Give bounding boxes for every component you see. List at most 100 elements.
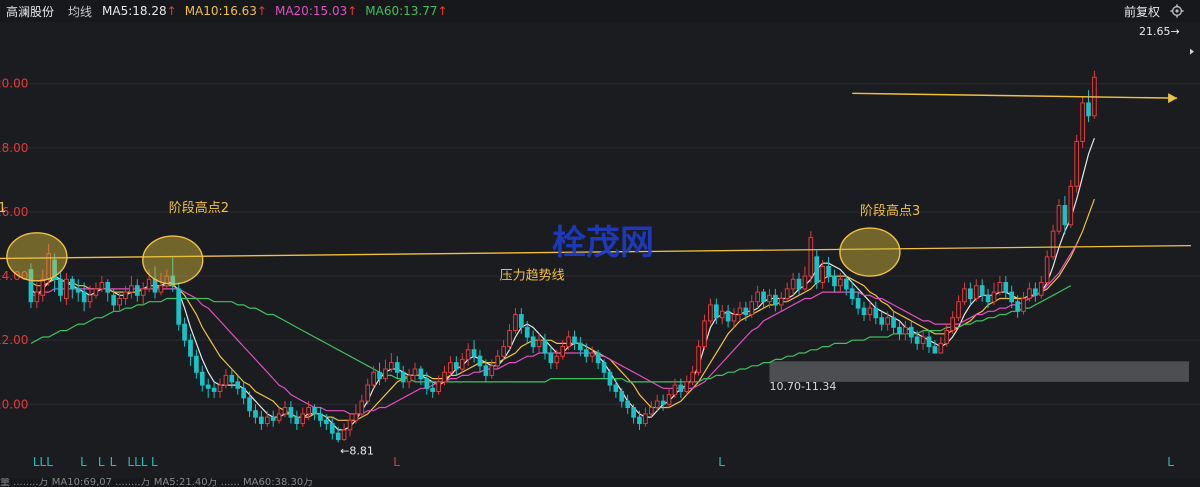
candle-body (1086, 102, 1091, 117)
annotation-label: 阶段高点2 (169, 200, 229, 216)
candle (400, 365, 406, 389)
candle-body (1068, 185, 1074, 226)
candle-body (146, 278, 152, 290)
candle (784, 282, 790, 302)
candle (176, 282, 181, 331)
candle-body (105, 281, 111, 293)
candle-body (134, 285, 140, 296)
candle (205, 378, 211, 398)
candle (318, 407, 323, 427)
kline-chart[interactable]: 20.0018.0016.0014.0012.0010.00阶段高点2阶段高点3… (0, 22, 1200, 478)
watermark: 栓茂网 (552, 223, 654, 263)
candle-body (802, 275, 808, 290)
candle-body (353, 413, 359, 421)
candle-body (619, 390, 625, 402)
candle (389, 353, 394, 373)
candle-body (985, 294, 991, 303)
annotation-label: 1 (0, 201, 6, 216)
candle (477, 349, 483, 373)
candle (1044, 250, 1050, 286)
candle (223, 369, 229, 389)
target-arrow-head (1168, 93, 1178, 104)
candle-body (359, 400, 365, 415)
candle (950, 311, 955, 334)
candle-body (412, 368, 418, 376)
candle-body (743, 307, 749, 316)
candle (702, 314, 707, 350)
candle-body (926, 336, 932, 348)
candle (383, 359, 388, 382)
candle-body (897, 326, 902, 335)
candle-body (808, 237, 814, 277)
candle (471, 340, 477, 363)
candle-body (542, 339, 548, 354)
signal-marker: L (80, 455, 87, 469)
candle-body (554, 355, 560, 364)
stock-name[interactable]: 高澜股份 (6, 3, 54, 20)
candle-body (814, 256, 820, 283)
candle-body (849, 288, 855, 300)
candle-body (838, 278, 843, 287)
stage-high-circle (839, 227, 901, 277)
gear-icon[interactable] (1170, 4, 1184, 18)
candle (802, 266, 808, 293)
candle (294, 410, 300, 430)
candle-body (1033, 288, 1038, 296)
ma5-value: MA5:18.28↑ (102, 4, 177, 18)
candle (731, 308, 737, 328)
signal-marker: L (98, 455, 105, 469)
candle (495, 349, 501, 370)
candle (359, 394, 365, 418)
candle-body (773, 294, 778, 306)
y-tick-label: 18.00 (0, 141, 28, 155)
candle-body (205, 384, 211, 389)
candle-body (767, 294, 772, 303)
candle-body (956, 301, 961, 319)
candle (1038, 276, 1044, 299)
candle-body (867, 307, 873, 316)
ma-type-label[interactable]: 均线 (68, 3, 92, 20)
adjust-mode-button[interactable]: 前复权 (1124, 3, 1160, 20)
candle-body (199, 371, 205, 386)
candle-body (583, 349, 589, 357)
volume-bar-strip: 量 ........万 MA10:69,07 ........万 MA5:21.… (0, 478, 1200, 487)
candle-body (560, 346, 566, 357)
candle (873, 301, 879, 325)
candle-body (329, 423, 335, 434)
ma20-value: MA20:15.03↑ (274, 4, 358, 18)
candle-body (300, 413, 306, 425)
candle-body (259, 416, 264, 425)
candle-body (294, 416, 300, 425)
candle (134, 279, 140, 302)
candle-body (524, 326, 530, 338)
candle (660, 394, 666, 411)
candle-body (140, 288, 146, 296)
candle (1027, 282, 1032, 302)
candle-body (483, 365, 489, 376)
candle (412, 362, 418, 382)
candle-body (264, 416, 270, 425)
candle (654, 394, 660, 411)
candle-body (637, 416, 642, 425)
candle-body (123, 291, 128, 299)
candle-body (306, 407, 311, 415)
candle-body (572, 336, 577, 344)
candle-body (235, 381, 241, 389)
candle-body (247, 397, 252, 412)
candle-body (601, 362, 607, 373)
candle (979, 279, 985, 302)
candle-body (324, 419, 329, 425)
candle (536, 333, 542, 353)
candle-body (1021, 298, 1026, 312)
candle-body (696, 346, 701, 373)
candle (454, 356, 459, 376)
candle-body (873, 307, 879, 319)
candle-body (152, 278, 158, 293)
candle-body (843, 278, 849, 290)
candle (217, 378, 223, 398)
candle-body (394, 362, 400, 373)
candle-body (87, 294, 93, 303)
candle-body (347, 419, 353, 431)
candle-body (318, 413, 323, 421)
candle-body (158, 285, 164, 293)
